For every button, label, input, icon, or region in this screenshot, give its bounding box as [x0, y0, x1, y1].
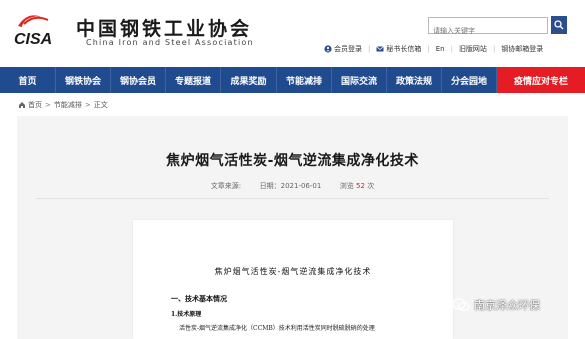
main-nav: 首页 钢铁协会 钢协会员 专题报道 成果奖励 节能减排 国际交流 政策法规 分会…: [0, 67, 585, 93]
association-mail-login-link[interactable]: 钢协邮箱登录: [501, 44, 543, 54]
english-link[interactable]: En: [436, 45, 445, 53]
breadcrumb-home[interactable]: 首页: [28, 100, 42, 110]
article-views-count: 52: [356, 182, 365, 190]
document-image: 焦炉烟气活性炭-烟气逆流集成净化技术 一、技术基本情况 1.技术原理 活性炭-烟…: [133, 220, 453, 339]
user-icon: [324, 45, 332, 53]
link-separator: |: [450, 45, 453, 53]
wechat-icon: [452, 298, 470, 312]
mail-icon: [376, 46, 385, 52]
search-icon: [554, 20, 564, 30]
meta-divider: [36, 198, 549, 199]
wechat-watermark: 南京泽众环保: [452, 297, 540, 313]
nav-members[interactable]: 钢协会员: [111, 67, 166, 93]
link-separator: |: [492, 45, 496, 53]
nav-branches[interactable]: 分会园地: [442, 67, 497, 93]
breadcrumb-separator: >: [84, 101, 91, 109]
old-site-link[interactable]: 旧版网站: [459, 44, 487, 54]
article-meta: 文章来源: 日期：2021-06-01 浏览 52 次: [0, 181, 585, 191]
search-field[interactable]: [428, 17, 549, 39]
site-name: 中国钢铁工业协会: [76, 18, 253, 40]
nav-special-reports[interactable]: 专题报道: [166, 67, 221, 93]
breadcrumb-separator: >: [45, 101, 51, 109]
nav-home[interactable]: 首页: [0, 67, 56, 93]
home-icon: [19, 102, 25, 108]
search-input[interactable]: [429, 23, 549, 39]
link-separator: |: [427, 45, 430, 53]
document-section-heading: 一、技术基本情况: [171, 294, 227, 303]
nav-association[interactable]: 钢铁协会: [56, 67, 111, 93]
article-views-unit: 次: [367, 182, 375, 190]
document-subsection-heading: 1.技术原理: [171, 311, 202, 318]
nav-policy[interactable]: 政策法规: [387, 67, 442, 93]
site-name-english: China Iron and Steel Association: [86, 38, 254, 47]
secretary-mailbox-link[interactable]: 秘书长信箱: [376, 44, 421, 54]
document-title: 焦炉烟气活性炭-烟气逆流集成净化技术: [214, 267, 372, 276]
article-views-label: 浏览: [339, 182, 354, 190]
site-header: CISA 中国钢铁工业协会 China Iron and Steel Assoc…: [0, 0, 585, 67]
cisa-logo[interactable]: CISA: [12, 10, 70, 48]
breadcrumb: 首页 > 节能减排 > 正文: [18, 100, 108, 110]
watermark-text: 南京泽众环保: [474, 299, 540, 312]
nav-energy-saving[interactable]: 节能减排: [277, 67, 332, 93]
svg-text:CISA: CISA: [14, 31, 52, 48]
nav-international[interactable]: 国际交流: [332, 67, 387, 93]
article-date: 日期：2021-06-01: [259, 182, 322, 190]
link-separator: |: [368, 45, 371, 53]
top-links: 会员登录 | 秘书长信箱 | En | 旧版网站 | 钢协邮箱登录: [324, 43, 543, 55]
breadcrumb-current: 正文: [93, 101, 108, 109]
breadcrumb-energy-saving[interactable]: 节能减排: [54, 100, 82, 110]
nav-epidemic-column[interactable]: 疫情应对专栏: [497, 67, 585, 93]
member-login-link[interactable]: 会员登录: [324, 44, 362, 54]
article-title: 焦炉烟气活性炭-烟气逆流集成净化技术: [166, 153, 419, 169]
document-paragraph: 活性炭-烟气逆流集成净化（CCMB）技术利用活性炭同时脱硫脱硝的处理: [179, 325, 375, 332]
article-source: 文章来源:: [210, 182, 242, 190]
nav-awards[interactable]: 成果奖励: [221, 67, 277, 93]
search-button[interactable]: [551, 16, 567, 34]
